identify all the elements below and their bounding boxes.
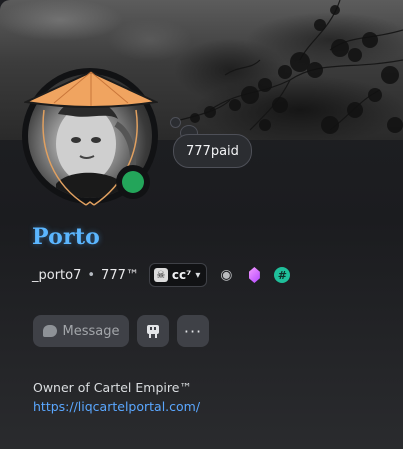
skull-icon: ☠ [153, 268, 168, 282]
username-row: _porto7 • 777™ ☠ cc⁷ ▾ ◉ # [32, 263, 291, 287]
username[interactable]: _porto7 [32, 268, 81, 283]
custom-status-text: 777paid [186, 143, 239, 159]
more-options-button[interactable]: ··· [177, 315, 209, 347]
user-group-icon [147, 325, 159, 338]
bio-link[interactable]: https://liqcartelportal.com/ [33, 399, 200, 414]
bio-text: Owner of Cartel Empire™ [33, 380, 192, 395]
message-button-label: Message [62, 323, 120, 339]
profile-card: 777paid Porto _porto7 • 777™ ☠ cc⁷ ▾ ◉ #… [0, 0, 403, 449]
chevron-down-icon: ▾ [195, 269, 201, 281]
add-friend-button[interactable] [137, 315, 169, 347]
pronouns: 777™ [101, 267, 139, 283]
custom-status-bubble[interactable]: 777paid [173, 134, 252, 168]
online-status-indicator [116, 165, 150, 199]
display-name: Porto [32, 224, 101, 250]
guild-tag-label: cc⁷ [171, 268, 192, 282]
separator-dot: • [87, 267, 96, 283]
chat-bubble-icon [42, 325, 57, 337]
ellipsis-icon: ··· [183, 321, 203, 341]
message-button[interactable]: Message [33, 315, 129, 347]
guild-tag-dropdown[interactable]: ☠ cc⁷ ▾ [148, 263, 208, 287]
gem-icon[interactable] [245, 266, 263, 284]
thought-bubble-dot-small [170, 117, 181, 128]
hash-icon[interactable]: # [273, 266, 291, 284]
nitro-icon[interactable]: ◉ [217, 266, 235, 284]
